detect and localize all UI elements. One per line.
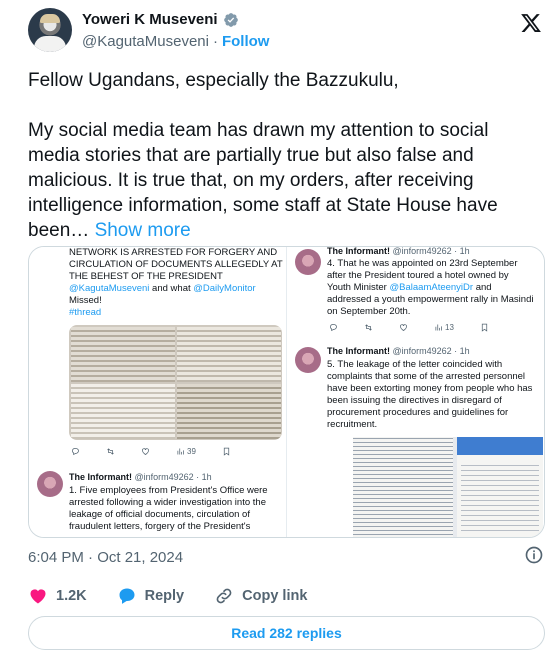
left-top-text-block: NETWORK IS ARRESTED FOR FORGERY AND CIRC… bbox=[69, 247, 283, 319]
mini-reply-icon-r bbox=[329, 323, 338, 332]
mini-retweet-icon-r bbox=[364, 323, 373, 332]
informant-avatar-right-2 bbox=[295, 347, 321, 373]
informant-avatar-right-1 bbox=[295, 249, 321, 275]
like-count: 1.2K bbox=[56, 588, 87, 604]
tweet-paragraph-2: My social media team has drawn my attent… bbox=[28, 118, 538, 243]
reply-bubble-icon bbox=[119, 588, 135, 604]
link-icon bbox=[216, 588, 232, 604]
right-views-count: 13 bbox=[445, 323, 454, 332]
tweet-text: Fellow Ugandans, especially the Bazzukul… bbox=[28, 68, 538, 243]
tweet-paragraph-1: Fellow Ugandans, especially the Bazzukul… bbox=[28, 70, 399, 91]
left-views-count: 39 bbox=[187, 447, 196, 456]
right-tweet-2-body: 5. The leakage of the letter coincided w… bbox=[327, 359, 533, 430]
follow-button[interactable]: Follow bbox=[222, 33, 270, 50]
left-tweet-name: The Informant! bbox=[69, 472, 132, 482]
tweet-timestamp[interactable]: 6:04 PM · Oct 21, 2024 bbox=[28, 549, 183, 566]
right-tweet-1-mention: @BalaamAteenyiDr bbox=[389, 282, 474, 293]
media-right-panel: The Informant! @inform49262 · 1h 4. That… bbox=[287, 246, 544, 537]
right-tweet-2-meta: @inform49262 · 1h bbox=[392, 346, 470, 356]
verified-badge-icon bbox=[223, 12, 238, 27]
mini-bookmark-icon-r bbox=[480, 323, 489, 332]
left-top-headline: NETWORK IS ARRESTED FOR FORGERY AND CIRC… bbox=[69, 247, 283, 282]
reply-button[interactable]: Reply bbox=[117, 586, 185, 606]
mini-like-icon bbox=[141, 447, 150, 456]
copy-link-label: Copy link bbox=[242, 588, 308, 604]
right-tweet-1-header: The Informant! @inform49262 · 1h bbox=[327, 246, 470, 257]
like-button[interactable]: 1.2K bbox=[28, 586, 87, 606]
mini-views-r: 13 bbox=[434, 323, 454, 332]
left-top-mention-2: @DailyMonitor bbox=[193, 283, 256, 294]
right-tweet-1-name: The Informant! bbox=[327, 246, 390, 256]
author-name[interactable]: Yoweri K Museveni bbox=[82, 11, 218, 28]
separator-dot: · bbox=[212, 33, 218, 50]
read-replies-button[interactable]: Read 282 replies bbox=[28, 616, 545, 650]
informant-avatar-left bbox=[37, 471, 63, 497]
right-tweet-1-meta: @inform49262 · 1h bbox=[392, 246, 470, 256]
left-top-hashtag: #thread bbox=[69, 307, 102, 318]
engagement-bar: 1.2K Reply Copy link bbox=[28, 584, 548, 608]
left-tweet-meta: @inform49262 · 1h bbox=[134, 472, 212, 482]
mini-bookmark-icon bbox=[222, 447, 231, 456]
copy-link-button[interactable]: Copy link bbox=[214, 586, 307, 606]
tweet-header: Yoweri K Museveni @KagutaMuseveni · Foll… bbox=[28, 6, 548, 52]
media-left-panel: NETWORK IS ARRESTED FOR FORGERY AND CIRC… bbox=[29, 247, 287, 537]
left-tweet-body: 1. Five employees from President's Offic… bbox=[69, 485, 268, 532]
author-name-row: Yoweri K Museveni bbox=[82, 11, 239, 28]
info-icon[interactable] bbox=[524, 545, 544, 565]
right-tweet-1-body: 4. That he was appointed on 23rd Septemb… bbox=[327, 258, 535, 318]
author-handle[interactable]: @KagutaMuseveni bbox=[82, 33, 209, 50]
left-tweet-header: The Informant! @inform49262 · 1h bbox=[69, 471, 212, 483]
left-top-mention-1: @KagutaMuseveni bbox=[69, 283, 150, 294]
reply-label: Reply bbox=[144, 588, 185, 604]
x-logo-icon[interactable] bbox=[520, 12, 542, 34]
author-handle-row: @KagutaMuseveni · Follow bbox=[82, 33, 269, 50]
right-tweet-2-header: The Informant! @inform49262 · 1h bbox=[327, 345, 470, 357]
right-documents-image bbox=[353, 437, 543, 537]
mini-like-icon-r bbox=[399, 323, 408, 332]
right-tweet-2-name: The Informant! bbox=[327, 346, 390, 356]
author-avatar[interactable] bbox=[28, 8, 72, 52]
mini-retweet-icon bbox=[106, 447, 115, 456]
left-top-connector: and what bbox=[149, 283, 194, 294]
mini-reply-icon bbox=[71, 447, 80, 456]
show-more-link[interactable]: Show more bbox=[95, 220, 191, 241]
mini-views: 39 bbox=[176, 447, 196, 456]
heart-icon bbox=[30, 589, 46, 604]
document-collage-image bbox=[69, 325, 282, 440]
left-top-missed: Missed! bbox=[69, 295, 102, 306]
left-mini-actions: 39 bbox=[71, 447, 231, 456]
media-image[interactable]: NETWORK IS ARRESTED FOR FORGERY AND CIRC… bbox=[28, 246, 545, 538]
right-mini-actions: 13 bbox=[329, 323, 489, 332]
